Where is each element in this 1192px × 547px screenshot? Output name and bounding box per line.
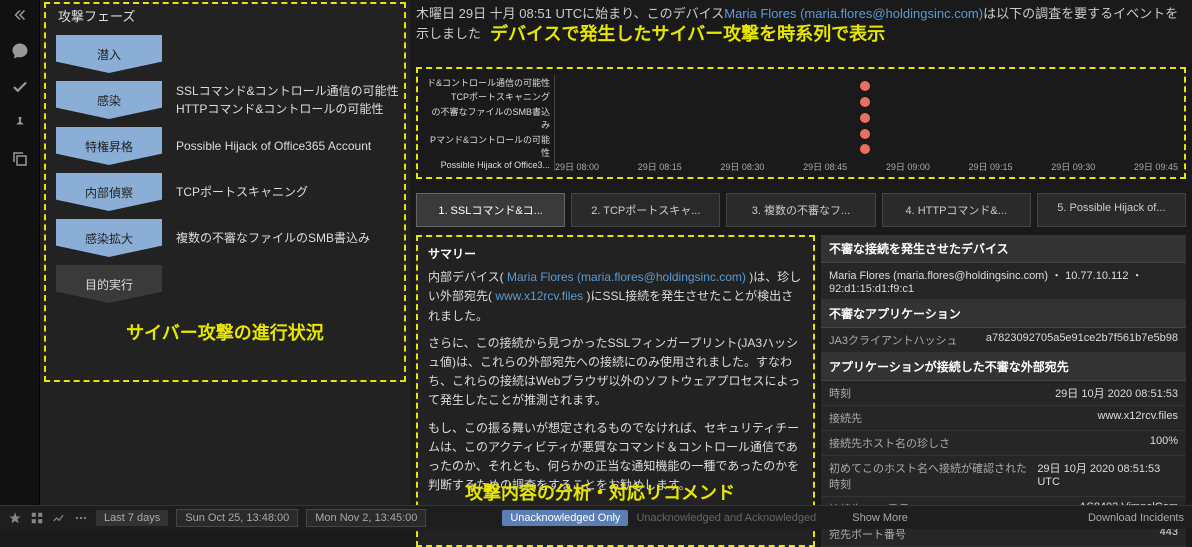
chart-icon[interactable] xyxy=(52,511,66,525)
timeline-x-tick: 29日 09:15 xyxy=(969,160,1013,173)
timeline-y-label: Pマンド&コントロールの可能性 xyxy=(424,133,550,159)
timeline-chart: ド&コントロール通信の可能性TCPポートスキャニングの不審なファイルのSMB書込… xyxy=(416,67,1186,179)
annotation-timeline: デバイスで発生したサイバー攻撃を時系列で表示 xyxy=(490,20,885,46)
right-panel: 木曜日 29日 十月 08:51 UTCに始まり、このデバイスMaria Flo… xyxy=(410,0,1192,505)
footer-bar: Last 7 days Sun Oct 25, 13:48:00 Mon Nov… xyxy=(0,505,1192,529)
info-device-title: 不審な接続を発生させたデバイス xyxy=(821,235,1186,263)
detail-tab-5[interactable]: 5. Possible Hijack of... xyxy=(1037,193,1186,227)
timeline-x-tick: 29日 08:45 xyxy=(803,160,847,173)
timeline-x-tick: 29日 09:45 xyxy=(1134,160,1178,173)
summary-title: サマリー xyxy=(428,245,803,264)
filter-both[interactable]: Unacknowledged and Acknowledged xyxy=(636,512,816,524)
timeline-event-dot[interactable] xyxy=(860,144,870,154)
timeline-y-label: Possible Hijack of Office3... xyxy=(424,160,550,170)
timeline-x-tick: 29日 08:15 xyxy=(638,160,682,173)
timeline-event-dot[interactable] xyxy=(860,97,870,107)
info-row: 時刻29日 10月 2020 08:51:53 xyxy=(821,381,1186,406)
timeline-y-label: の不審なファイルのSMB書込み xyxy=(424,105,550,131)
timeline-event-dot[interactable] xyxy=(860,81,870,91)
timeline-x-tick: 29日 09:00 xyxy=(886,160,930,173)
info-row: 初めてこのホスト名へ接続が確認された時刻29日 10月 2020 08:51:5… xyxy=(821,456,1186,497)
info-dest-title: アプリケーションが接続した不審な外部宛先 xyxy=(821,353,1186,381)
attack-phase-panel: 攻撃フェーズ 潜入感染SSLコマンド&コントロール通信の可能性HTTPコマンド&… xyxy=(40,0,410,505)
detail-tab-1[interactable]: 1. SSLコマンド&コ... xyxy=(416,193,565,227)
time-range-selector[interactable]: Last 7 days xyxy=(96,510,168,526)
info-device-value: Maria Flores (maria.flores@holdingsinc.c… xyxy=(829,267,1178,295)
timeline-event-dot[interactable] xyxy=(860,113,870,123)
detail-tabs: 1. SSLコマンド&コ...2. TCPポートスキャ...3. 複数の不審なフ… xyxy=(416,193,1186,227)
show-more-button[interactable]: Show More xyxy=(852,512,908,524)
timeline-x-tick: 29日 08:00 xyxy=(555,160,599,173)
download-incidents[interactable]: Download Incidents xyxy=(1088,512,1184,524)
filter-unacknowledged[interactable]: Unacknowledged Only xyxy=(502,510,628,526)
collapse-icon[interactable] xyxy=(11,6,29,24)
detail-tab-4[interactable]: 4. HTTPコマンド&... xyxy=(882,193,1031,227)
timeline-y-label: TCPポートスキャニング xyxy=(424,90,550,103)
summary-dest-link[interactable]: www.x12rcv.files xyxy=(495,289,583,303)
timeline-event-dot[interactable] xyxy=(860,129,870,139)
info-app-title: 不審なアプリケーション xyxy=(821,300,1186,328)
device-link[interactable]: Maria Flores (maria.flores@holdingsinc.c… xyxy=(724,6,983,21)
more-icon[interactable] xyxy=(74,511,88,525)
detail-tab-3[interactable]: 3. 複数の不審なフ... xyxy=(726,193,875,227)
grid-icon[interactable] xyxy=(30,511,44,525)
timeline-y-label: ド&コントロール通信の可能性 xyxy=(424,76,550,89)
info-row: 接続先www.x12rcv.files xyxy=(821,406,1186,431)
star-icon[interactable] xyxy=(8,511,22,525)
annotation-analysis: 攻撃内容の分析・対応リコメンド xyxy=(465,479,735,505)
timeline-x-tick: 29日 08:30 xyxy=(720,160,764,173)
copy-icon[interactable] xyxy=(11,150,29,168)
summary-device-link[interactable]: Maria Flores (maria.flores@holdingsinc.c… xyxy=(507,270,746,284)
left-rail xyxy=(0,0,40,505)
pin-icon[interactable] xyxy=(11,114,29,132)
detail-tab-2[interactable]: 2. TCPポートスキャ... xyxy=(571,193,720,227)
chat-icon[interactable] xyxy=(11,42,29,60)
timeline-x-tick: 29日 09:30 xyxy=(1051,160,1095,173)
end-date[interactable]: Mon Nov 2, 13:45:00 xyxy=(306,509,426,527)
check-icon[interactable] xyxy=(11,78,29,96)
info-column: 不審な接続を発生させたデバイス Maria Flores (maria.flor… xyxy=(821,235,1186,547)
start-date[interactable]: Sun Oct 25, 13:48:00 xyxy=(176,509,298,527)
info-row: 接続先ホスト名の珍しさ100% xyxy=(821,431,1186,456)
